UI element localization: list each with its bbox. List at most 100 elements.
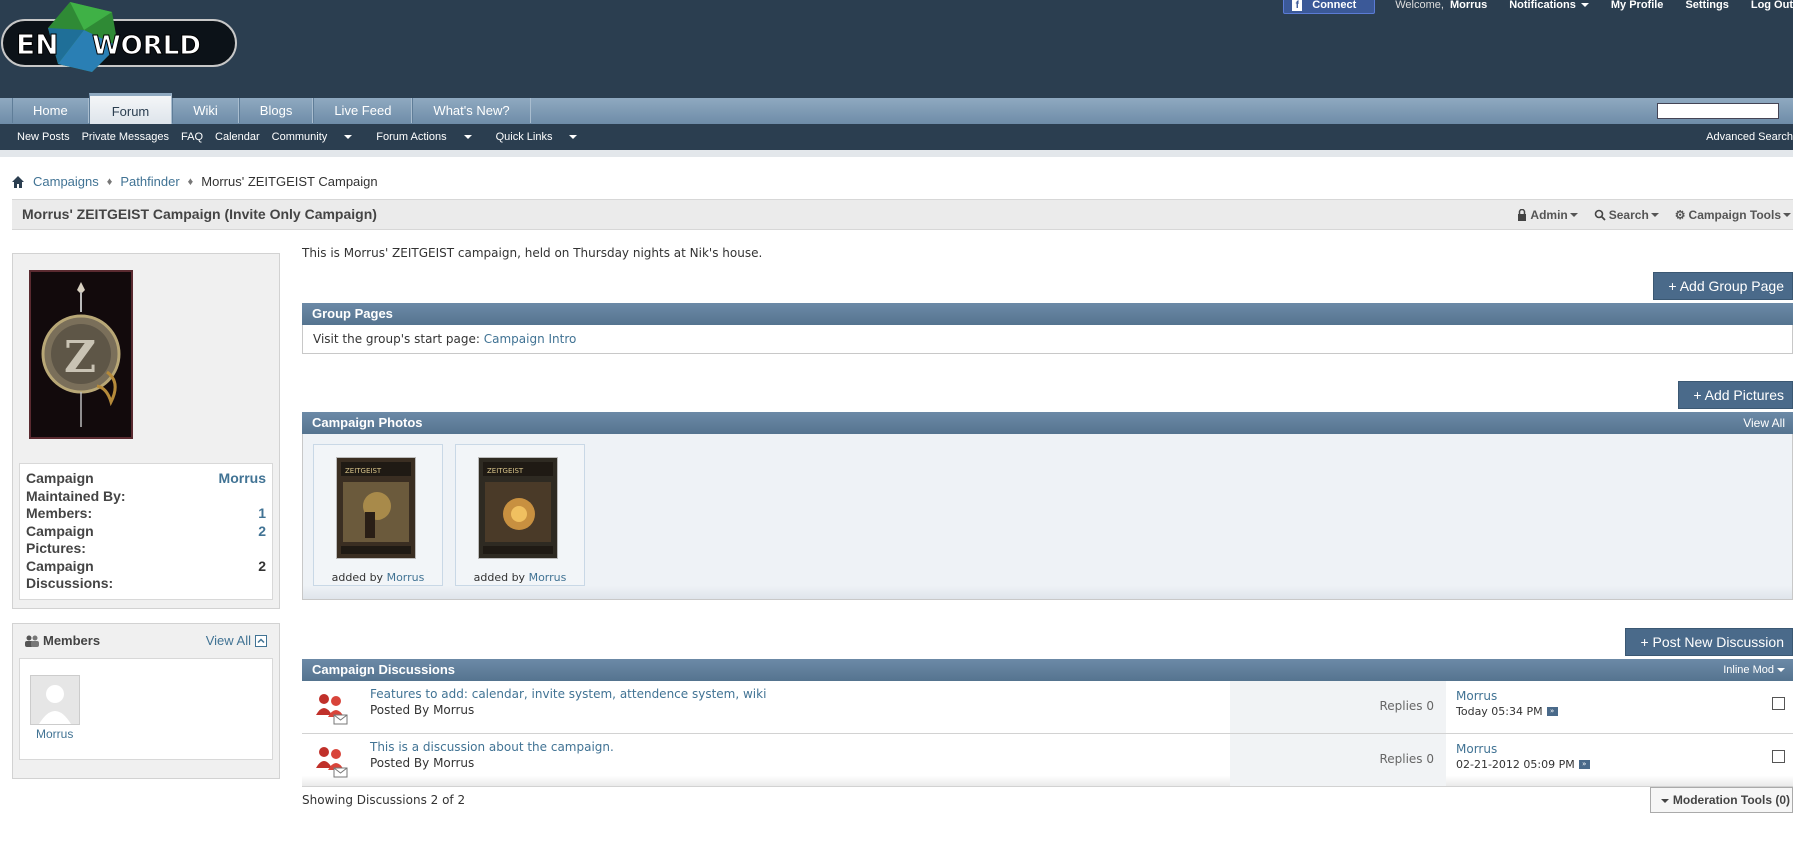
chevron-down-icon [463, 135, 472, 140]
tab-live-feed[interactable]: Live Feed [313, 98, 413, 123]
tab-home[interactable]: Home [12, 98, 89, 123]
tab-wiki[interactable]: Wiki [172, 98, 239, 123]
main-nav: Home Forum Wiki Blogs Live Feed What's N… [0, 93, 1793, 126]
community-menu[interactable]: Community [272, 131, 365, 143]
breadcrumb-campaigns[interactable]: Campaigns [33, 174, 99, 189]
facebook-connect-button[interactable]: f Connect [1283, 0, 1376, 14]
tab-blogs[interactable]: Blogs [238, 98, 314, 123]
facebook-connect-label: Connect [1312, 0, 1357, 11]
search-menu[interactable]: Search [1594, 208, 1659, 222]
breadcrumb-separator-icon: ♦ [106, 175, 113, 188]
maintainer-link[interactable]: Morrus [219, 470, 266, 505]
breadcrumb-current: Morrus' ZEITGEIST Campaign [201, 174, 378, 189]
search-label: Search [1608, 208, 1649, 222]
svg-text:EN: EN [16, 28, 59, 61]
inline-mod-label: Inline Mod [1723, 664, 1774, 676]
discussion-replies: Replies 0 [1379, 699, 1434, 713]
campaign-tools-label: Campaign Tools [1688, 208, 1781, 222]
enworld-logo[interactable]: EN WORLD [0, 0, 240, 76]
last-post-user-link[interactable]: Morrus [1456, 742, 1590, 756]
last-post-user-link[interactable]: Morrus [1456, 689, 1558, 703]
member-name-link[interactable]: Morrus [36, 727, 73, 741]
quick-links-menu[interactable]: Quick Links [496, 131, 590, 143]
faq-link[interactable]: FAQ [181, 131, 203, 143]
group-pages-body: Visit the group's start page: Campaign I… [302, 325, 1793, 354]
go-to-last-post-icon[interactable]: » [1578, 760, 1590, 769]
stat-discussions: Campaign Discussions: 2 [26, 558, 266, 593]
photo-card[interactable]: ZEITGEIST added by Morrus [455, 444, 585, 586]
search-input[interactable] [1657, 103, 1779, 119]
notifications-menu[interactable]: Notifications [1509, 0, 1589, 11]
photo-user-link[interactable]: Morrus [529, 571, 567, 584]
new-posts-link[interactable]: New Posts [17, 131, 70, 143]
added-by-text: added by [331, 571, 384, 584]
stat-label: Campaign Maintained By: [26, 470, 126, 504]
breadcrumb-separator-icon: ♦ [187, 175, 194, 188]
member-avatar[interactable] [30, 674, 80, 725]
svg-text:WORLD: WORLD [92, 31, 201, 61]
chevron-down-icon [1580, 3, 1589, 8]
group-pages-text: Visit the group's start page: [313, 332, 480, 346]
discussion-select-checkbox[interactable] [1772, 697, 1785, 710]
discussion-title-link[interactable]: This is a discussion about the campaign. [370, 740, 614, 754]
add-group-page-button[interactable]: + Add Group Page [1653, 272, 1793, 300]
tab-forum[interactable]: Forum [88, 93, 173, 126]
admin-menu[interactable]: Admin [1517, 208, 1578, 222]
last-post-date: 02-21-2012 05:09 PM [1456, 758, 1575, 771]
photo-user-link[interactable]: Morrus [387, 571, 425, 584]
campaign-description: This is Morrus' ZEITGEIST campaign, held… [302, 246, 763, 260]
sidebar: Z Campaign Maintained By: Morrus Members:… [12, 253, 280, 779]
members-count-link[interactable]: 1 [258, 505, 266, 523]
page-title: Morrus' ZEITGEIST Campaign (Invite Only … [22, 206, 377, 222]
photo-card[interactable]: ZEITGEIST added by Morrus [313, 444, 443, 586]
svg-text:ZEITGEIST: ZEITGEIST [345, 467, 382, 475]
campaign-photos-body: ZEITGEIST added by Morrus ZEITGEIST adde… [302, 434, 1793, 600]
discussion-replies-cell: Replies 0 [1230, 681, 1446, 733]
svg-text:Z: Z [64, 332, 96, 383]
discussion-posted-by: Posted By Morrus [370, 756, 475, 770]
members-view-all-link[interactable]: View All [206, 633, 267, 648]
campaign-stats: Campaign Maintained By: Morrus Members: 1 … [19, 463, 273, 600]
added-by-text: added by [473, 571, 526, 584]
go-to-last-post-icon[interactable]: » [1546, 707, 1558, 716]
stat-maintained-by: Campaign Maintained By: Morrus [26, 470, 266, 505]
discussion-row: This is a discussion about the campaign.… [302, 734, 1793, 787]
breadcrumb-pathfinder[interactable]: Pathfinder [120, 174, 179, 189]
photo-thumbnail[interactable]: ZEITGEIST [478, 457, 558, 559]
campaign-intro-link[interactable]: Campaign Intro [484, 332, 577, 346]
discussion-select-checkbox[interactable] [1772, 750, 1785, 763]
discussion-posted-by: Posted By Morrus [370, 703, 475, 717]
stat-members: Members: 1 [26, 505, 266, 523]
add-pictures-button[interactable]: + Add Pictures [1678, 381, 1793, 409]
campaign-tools-menu[interactable]: ⚙ Campaign Tools [1675, 208, 1791, 222]
tab-whats-new[interactable]: What's New? [412, 98, 531, 123]
settings-link[interactable]: Settings [1685, 0, 1728, 11]
campaign-photos-title: Campaign Photos [312, 415, 423, 430]
discussion-last-post: Morrus 02-21-2012 05:09 PM» [1456, 742, 1590, 771]
moderation-tools-menu[interactable]: Moderation Tools (0) [1649, 787, 1793, 813]
search-icon [1594, 209, 1606, 221]
stat-label: Campaign Pictures: [26, 522, 94, 557]
username-link[interactable]: Morrus [1450, 0, 1487, 11]
group-pages-line: Visit the group's start page: Campaign I… [313, 332, 576, 346]
home-icon[interactable] [12, 175, 24, 188]
advanced-search-link[interactable]: Advanced Search [1706, 124, 1793, 150]
welcome-text: Welcome, [1395, 0, 1444, 11]
discussion-title-link[interactable]: Features to add: calendar, invite system… [370, 687, 766, 701]
facebook-icon: f [1292, 0, 1303, 11]
photos-view-all-link[interactable]: View All [1743, 412, 1785, 434]
photo-thumbnail[interactable]: ZEITGEIST [336, 457, 416, 559]
collapse-icon[interactable] [255, 634, 267, 647]
forum-actions-menu[interactable]: Forum Actions [376, 131, 483, 143]
log-out-link[interactable]: Log Out [1751, 0, 1793, 11]
post-new-discussion-button[interactable]: + Post New Discussion [1625, 628, 1793, 656]
members-box: Members View All Morrus [12, 622, 280, 779]
pictures-count-link[interactable]: 2 [258, 523, 266, 558]
group-pages-header: Group Pages [302, 303, 1793, 325]
calendar-link[interactable]: Calendar [215, 131, 260, 143]
campaign-avatar: Z [29, 270, 133, 439]
inline-mod-menu[interactable]: Inline Mod [1723, 659, 1785, 681]
admin-label: Admin [1530, 208, 1568, 222]
private-messages-link[interactable]: Private Messages [82, 131, 169, 143]
my-profile-link[interactable]: My Profile [1611, 0, 1664, 11]
